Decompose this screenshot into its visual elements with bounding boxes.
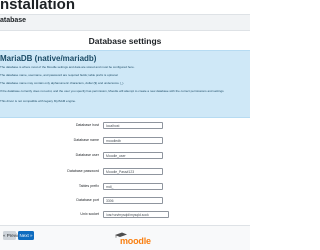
form-row-db-name: Database name moodledb — [0, 137, 250, 146]
stage-label: atabase — [0, 17, 27, 24]
db-host-input[interactable]: localhost — [103, 122, 163, 129]
unix-socket-input[interactable]: /var/run/mysqld/mysqld.sock — [103, 211, 169, 218]
info-line: This driver is not compatible with legac… — [0, 99, 76, 103]
stage-bar: atabase — [0, 14, 250, 31]
previous-button[interactable]: « Previous — [3, 231, 24, 240]
table-prefix-input[interactable]: mdl_ — [103, 183, 163, 190]
db-port-label: Database port — [76, 198, 99, 202]
db-name-input[interactable]: moodledb — [103, 137, 163, 144]
db-host-label: Database host — [75, 123, 99, 127]
driver-title: MariaDB (native/mariadb) — [0, 54, 97, 63]
db-port-input[interactable]: 3306 — [103, 197, 163, 204]
db-password-label: Database password — [67, 169, 99, 173]
db-name-label: Database name — [73, 138, 99, 142]
section-heading: Database settings — [88, 36, 162, 46]
info-line: The database is where most of the Moodle… — [0, 65, 135, 69]
driver-info-box: MariaDB (native/mariadb) The database is… — [0, 50, 250, 118]
db-password-input[interactable]: Moodle_Pass#123 — [103, 168, 163, 175]
form-row-table-prefix: Tables prefix mdl_ — [0, 183, 250, 192]
logo-text: moodle — [120, 236, 151, 246]
next-button[interactable]: Next » — [18, 231, 34, 240]
form-row-unix-socket: Unix socket /var/run/mysqld/mysqld.sock — [0, 211, 250, 220]
unix-socket-label: Unix socket — [80, 212, 99, 216]
page-title: nstallation — [0, 0, 76, 13]
info-line: The database name may contain only alpha… — [0, 81, 125, 85]
form-row-db-port: Database port 3306 — [0, 197, 250, 206]
db-user-input[interactable]: Moodle_user — [103, 152, 163, 159]
info-line: If the database currently does not exist… — [0, 89, 225, 93]
form-row-db-user: Database user Moodle_user — [0, 152, 250, 161]
form-row-db-host: Database host localhost — [0, 122, 250, 131]
form-row-db-password: Database password Moodle_Pass#123 — [0, 168, 250, 177]
table-prefix-label: Tables prefix — [78, 184, 99, 188]
installer-page: nstallation atabase Database settings Ma… — [0, 0, 250, 250]
db-user-label: Database user — [75, 153, 99, 157]
info-line: The database name, username, and passwor… — [0, 73, 119, 77]
moodle-logo: moodle — [114, 232, 154, 248]
